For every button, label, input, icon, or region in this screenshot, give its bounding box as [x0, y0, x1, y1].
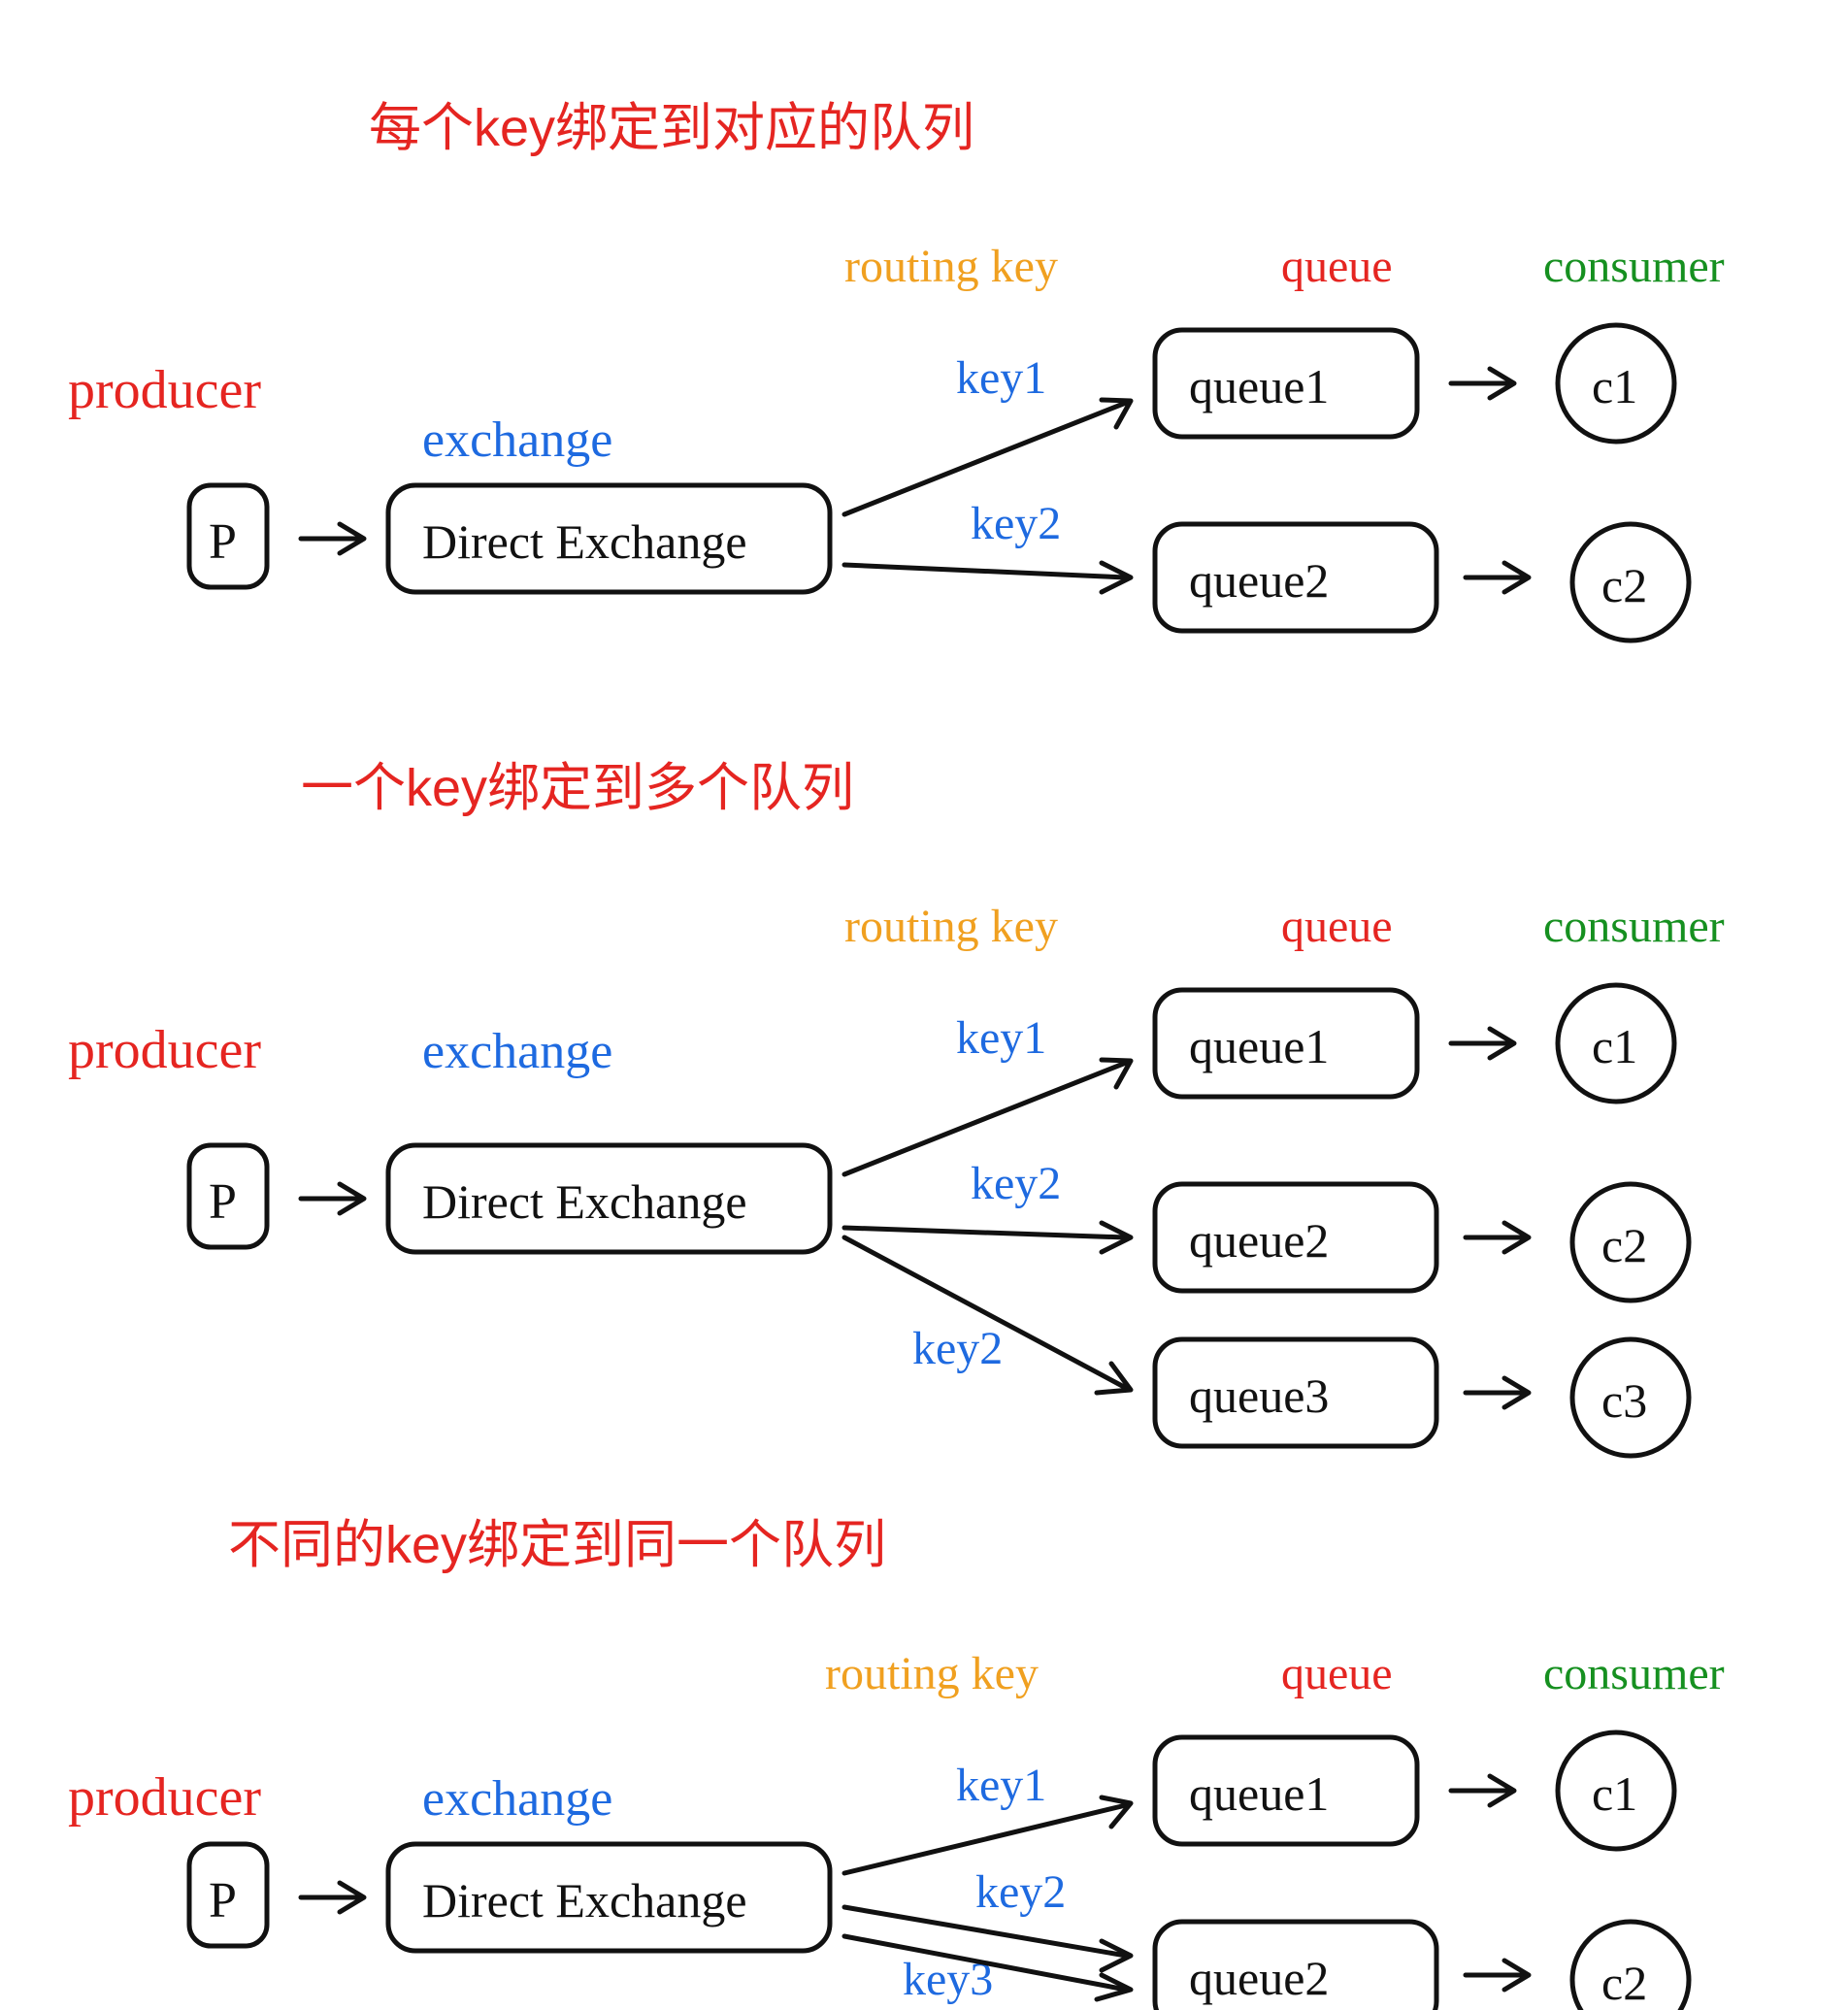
- consumer-header-1: consumer: [1543, 241, 1725, 292]
- exchange-label-3: exchange: [422, 1771, 612, 1827]
- queue2-text-2: queue2: [1189, 1213, 1329, 1268]
- diagram-3: 不同的key绑定到同一个队列 routing key queue consume…: [68, 1516, 1725, 2010]
- queue-header-3: queue: [1281, 1648, 1393, 1699]
- queue2-text-3: queue2: [1189, 1951, 1329, 2005]
- arrow-q2-c2-1: [1466, 563, 1529, 592]
- queue2-text-1: queue2: [1189, 553, 1329, 608]
- exchange-text-2: Direct Exchange: [422, 1174, 747, 1229]
- c2-text-3: c2: [1601, 1956, 1647, 2010]
- queue-header-1: queue: [1281, 241, 1393, 292]
- queue3-text-2: queue3: [1189, 1368, 1329, 1423]
- arrow-p-to-exchange-3: [301, 1883, 364, 1912]
- c1-text-1: c1: [1592, 359, 1637, 413]
- key1-label-1: key1: [956, 352, 1046, 404]
- arrow-q1-c1-1: [1451, 369, 1514, 398]
- queue1-text-2: queue1: [1189, 1019, 1329, 1073]
- arrow-key2-1: [844, 563, 1131, 592]
- diagram-1: 每个key绑定到对应的队列 routing key queue consumer…: [68, 99, 1725, 641]
- consumer-header-2: consumer: [1543, 901, 1725, 952]
- queue1-text-3: queue1: [1189, 1766, 1329, 1821]
- c1-text-3: c1: [1592, 1766, 1637, 1821]
- exchange-text-3: Direct Exchange: [422, 1873, 747, 1928]
- producer-label-1: producer: [68, 360, 261, 420]
- producer-label-2: producer: [68, 1020, 261, 1080]
- c1-text-2: c1: [1592, 1019, 1637, 1073]
- key1-label-2: key1: [956, 1012, 1046, 1064]
- arrow-q3-c3-2: [1466, 1378, 1529, 1407]
- queue-header-2: queue: [1281, 901, 1393, 952]
- title-1: 每个key绑定到对应的队列: [369, 99, 974, 157]
- producer-text-3: P: [209, 1873, 237, 1928]
- key3-label-2: key2: [912, 1323, 1003, 1374]
- producer-label-3: producer: [68, 1767, 261, 1828]
- key2-label-2: key2: [971, 1158, 1061, 1209]
- c2-text-1: c2: [1601, 558, 1647, 612]
- diagram-2: 一个key绑定到多个队列 routing key queue consumer …: [68, 759, 1725, 1456]
- title-2: 一个key绑定到多个队列: [301, 759, 854, 817]
- key2-label-3: key2: [975, 1866, 1066, 1918]
- title-3: 不同的key绑定到同一个队列: [228, 1516, 886, 1574]
- arrow-key2-2: [844, 1223, 1131, 1252]
- routing-key-label-3: routing key: [825, 1648, 1039, 1699]
- producer-text-1: P: [209, 514, 237, 570]
- arrow-q1-c1-2: [1451, 1029, 1514, 1058]
- routing-key-label-2: routing key: [844, 901, 1058, 952]
- arrow-p-to-exchange-2: [301, 1184, 364, 1213]
- exchange-label-1: exchange: [422, 412, 612, 468]
- arrow-q2-c2-3: [1466, 1961, 1529, 1990]
- arrow-q2-c2-2: [1466, 1223, 1529, 1252]
- arrow-p-to-exchange-1: [301, 524, 364, 553]
- routing-key-label-1: routing key: [844, 241, 1058, 292]
- c3-text-2: c3: [1601, 1373, 1647, 1428]
- key2-label-1: key2: [971, 498, 1061, 549]
- c2-text-2: c2: [1601, 1218, 1647, 1272]
- arrow-q1-c1-3: [1451, 1776, 1514, 1805]
- exchange-label-2: exchange: [422, 1024, 612, 1079]
- queue1-text-1: queue1: [1189, 359, 1329, 413]
- key1-label-3: key1: [956, 1760, 1046, 1811]
- exchange-text-1: Direct Exchange: [422, 514, 747, 569]
- producer-text-2: P: [209, 1174, 237, 1230]
- consumer-header-3: consumer: [1543, 1648, 1725, 1699]
